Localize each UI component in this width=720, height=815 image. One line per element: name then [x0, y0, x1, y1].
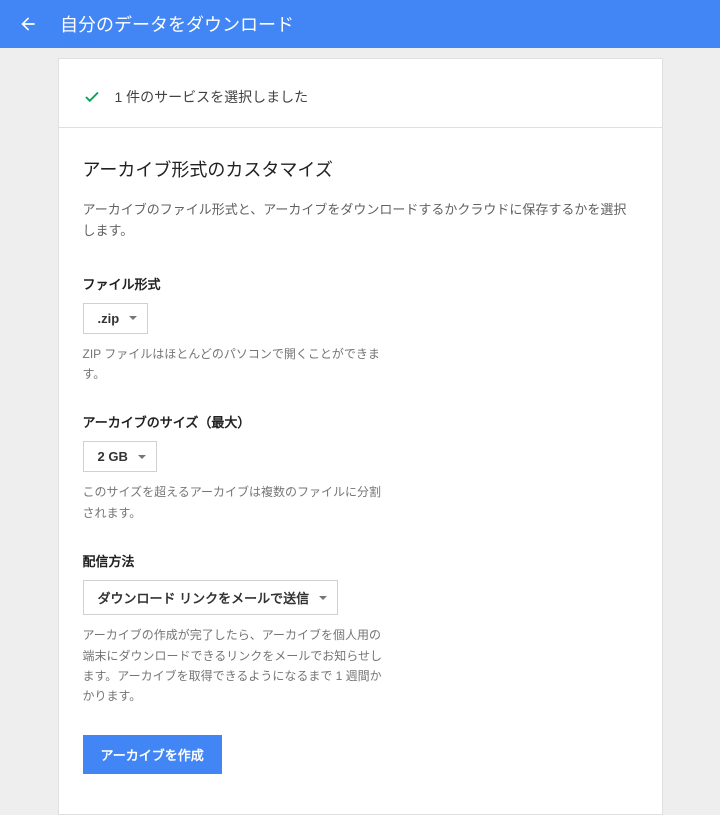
archive-size-group: アーカイブのサイズ（最大） 2 GB このサイズを超えるアーカイブは複数のファイ…	[83, 412, 638, 523]
app-header: 自分のデータをダウンロード	[0, 0, 720, 48]
chevron-down-icon	[138, 455, 146, 459]
file-format-help: ZIP ファイルはほとんどのパソコンで開くことができます。	[83, 344, 383, 385]
chevron-down-icon	[129, 316, 137, 320]
create-archive-label: アーカイブを作成	[101, 748, 204, 763]
file-format-value: .zip	[98, 311, 120, 326]
selected-services-row: 1 件のサービスを選択しました	[59, 59, 662, 128]
delivery-method-value: ダウンロード リンクをメールで送信	[98, 588, 310, 607]
customize-section: アーカイブ形式のカスタマイズ アーカイブのファイル形式と、アーカイブをダウンロー…	[59, 128, 662, 814]
delivery-method-help: アーカイブの作成が完了したら、アーカイブを個人用の端末にダウンロードできるリンク…	[83, 625, 383, 707]
chevron-down-icon	[319, 596, 327, 600]
customize-title: アーカイブ形式のカスタマイズ	[83, 156, 638, 182]
customize-description: アーカイブのファイル形式と、アーカイブをダウンロードするかクラウドに保存するかを…	[83, 200, 638, 242]
archive-size-value: 2 GB	[98, 449, 128, 464]
page-title: 自分のデータをダウンロード	[60, 11, 294, 37]
check-icon	[83, 88, 101, 106]
main-card: 1 件のサービスを選択しました アーカイブ形式のカスタマイズ アーカイブのファイ…	[58, 58, 663, 815]
delivery-method-label: 配信方法	[83, 551, 638, 570]
archive-size-help: このサイズを超えるアーカイブは複数のファイルに分割されます。	[83, 482, 383, 523]
archive-size-dropdown[interactable]: 2 GB	[83, 441, 157, 472]
file-format-group: ファイル形式 .zip ZIP ファイルはほとんどのパソコンで開くことができます…	[83, 274, 638, 385]
delivery-method-dropdown[interactable]: ダウンロード リンクをメールで送信	[83, 580, 339, 615]
selected-services-text: 1 件のサービスを選択しました	[115, 87, 309, 107]
file-format-dropdown[interactable]: .zip	[83, 303, 149, 334]
file-format-label: ファイル形式	[83, 274, 638, 293]
create-archive-button[interactable]: アーカイブを作成	[83, 735, 222, 774]
back-arrow-icon[interactable]	[16, 12, 40, 36]
delivery-method-group: 配信方法 ダウンロード リンクをメールで送信 アーカイブの作成が完了したら、アー…	[83, 551, 638, 707]
archive-size-label: アーカイブのサイズ（最大）	[83, 412, 638, 431]
